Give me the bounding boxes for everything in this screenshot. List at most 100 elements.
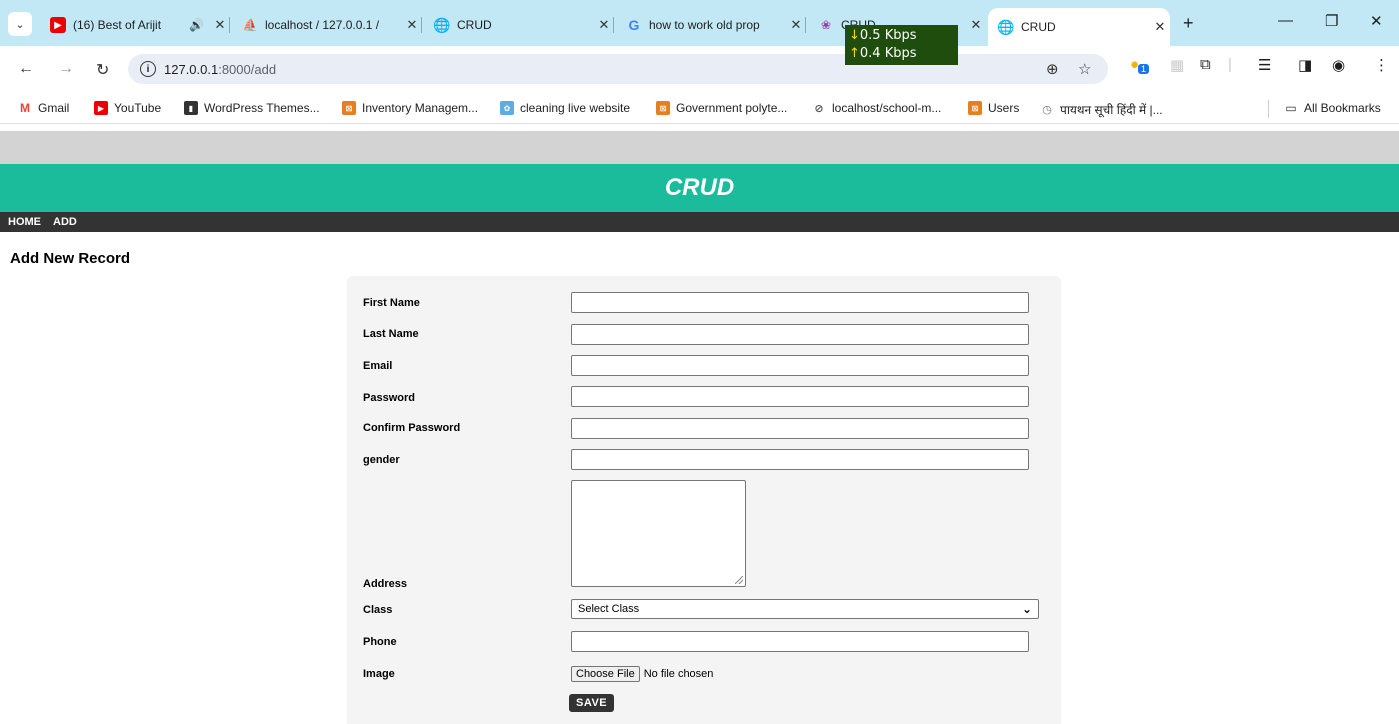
address-textarea[interactable]: [571, 480, 746, 587]
speaker-icon[interactable]: 🔊: [189, 18, 204, 32]
youtube-icon: ▶: [50, 17, 66, 33]
confirm-password-input[interactable]: [571, 418, 1029, 439]
browser-toolbar: ← → ↻ i 127.0.0.1:8000/add ⊕ ☆ ● 1 ▦ ⧉ | …: [0, 46, 1399, 94]
last-name-label: Last Name: [363, 328, 419, 340]
window-close-icon[interactable]: ✕: [1370, 12, 1383, 30]
bookmarks-separator: [1268, 100, 1269, 118]
save-button[interactable]: SAVE: [569, 694, 615, 712]
site-header: CRUD: [0, 164, 1399, 212]
cleaning-site-icon: ✿: [500, 101, 514, 115]
bookmark-star-icon[interactable]: ☆: [1078, 60, 1091, 78]
email-input[interactable]: [571, 355, 1029, 376]
xampp-icon: ⊠: [342, 101, 356, 115]
net-speed-overlay: ↓0.5 Kbps ↑0.4 Kbps: [845, 25, 958, 65]
google-icon: G: [628, 17, 640, 33]
new-tab-button[interactable]: +: [1183, 13, 1194, 34]
site-menu: HOME ADD: [0, 212, 1399, 232]
back-icon[interactable]: ←: [18, 60, 34, 78]
page-title: Add New Record: [10, 250, 131, 267]
youtube-icon: ▶: [94, 101, 108, 115]
class-label: Class: [363, 604, 393, 616]
clock-icon: ◷: [1042, 104, 1052, 116]
choose-file-button[interactable]: Choose File: [571, 666, 640, 682]
add-record-form: First Name Last Name Email Password Conf…: [347, 276, 1061, 724]
tab-strip: ⌄ ▶ (16) Best of Arijit 🔊 ✕ ⛵ localhost …: [0, 0, 1399, 46]
extension-icon[interactable]: ● 1: [1130, 56, 1150, 74]
extension-grid-icon[interactable]: ▦: [1170, 56, 1184, 74]
tab-separator: [613, 17, 614, 33]
tab-separator: [421, 17, 422, 33]
tab-4[interactable]: G how to work old prop ✕: [616, 8, 806, 42]
close-icon[interactable]: ✕: [966, 17, 986, 33]
bookmark-youtube[interactable]: ▶ YouTube: [94, 101, 161, 115]
bookmarks-bar: M Gmail ▶ YouTube ▮ WordPress Themes... ⊠ In…: [0, 94, 1399, 124]
tab-search-button[interactable]: ⌄: [8, 12, 32, 36]
forward-icon[interactable]: →: [58, 60, 74, 78]
confirm-password-label: Confirm Password: [363, 422, 461, 434]
reading-list-icon[interactable]: ☰: [1258, 56, 1271, 74]
upload-arrow-icon: ↑: [849, 46, 860, 61]
bookmark-government[interactable]: ⊠ Government polyte...: [656, 101, 787, 115]
menu-kebab-icon[interactable]: ⋮: [1374, 56, 1389, 74]
tab-2[interactable]: ⛵ localhost / 127.0.0.1 / ✕: [232, 8, 422, 42]
bookmark-school[interactable]: ⊘ localhost/school-m...: [812, 101, 941, 115]
download-arrow-icon: ↓: [849, 28, 860, 43]
gender-input[interactable]: [571, 449, 1029, 470]
lotus-icon: ❀: [820, 18, 832, 32]
xampp-icon: ⊠: [968, 101, 982, 115]
tab-3[interactable]: 🌐 CRUD ✕: [424, 8, 614, 42]
side-panel-icon[interactable]: ◨: [1298, 56, 1312, 74]
close-icon[interactable]: ✕: [210, 17, 230, 33]
link-icon: ⊘: [814, 102, 824, 115]
bookmark-inventory[interactable]: ⊠ Inventory Managem...: [342, 101, 478, 115]
image-file-input: Choose File No file chosen: [571, 666, 713, 682]
page-content: CRUD HOME ADD Add New Record First Name …: [0, 124, 1399, 724]
extensions-puzzle-icon[interactable]: ⧉: [1200, 56, 1211, 73]
profile-avatar[interactable]: ◉: [1332, 56, 1345, 74]
class-select[interactable]: Select Class ⌄: [571, 599, 1039, 619]
bookmark-gmail[interactable]: M Gmail: [18, 101, 69, 115]
minimize-icon[interactable]: —: [1278, 12, 1293, 29]
bookmark-wordpress[interactable]: ▮ WordPress Themes...: [184, 101, 320, 115]
gmail-icon: M: [20, 101, 30, 115]
all-bookmarks[interactable]: ▭ All Bookmarks: [1284, 101, 1380, 115]
first-name-input[interactable]: [571, 292, 1029, 313]
close-icon[interactable]: ✕: [786, 17, 806, 33]
close-icon[interactable]: ✕: [594, 17, 614, 33]
gender-label: gender: [363, 454, 400, 466]
reload-icon[interactable]: ↻: [96, 60, 109, 80]
folder-icon: ▭: [1285, 101, 1297, 115]
zoom-icon[interactable]: ⊕: [1046, 60, 1059, 78]
bookmark-python-hindi[interactable]: ◷ पायथन सूची हिंदी में |...: [1040, 101, 1162, 118]
close-icon[interactable]: ✕: [1150, 19, 1170, 35]
phone-label: Phone: [363, 636, 397, 648]
tab-separator: [229, 17, 230, 33]
file-status: No file chosen: [643, 668, 714, 680]
close-icon[interactable]: ✕: [402, 17, 422, 33]
password-input[interactable]: [571, 386, 1029, 407]
last-name-input[interactable]: [571, 324, 1029, 345]
address-bar[interactable]: i 127.0.0.1:8000/add ⊕ ☆: [128, 54, 1108, 84]
resize-handle[interactable]: [735, 576, 743, 584]
tab-6-active[interactable]: 🌐 CRUD ✕: [988, 8, 1170, 46]
bookmark-users[interactable]: ⊠ Users: [968, 101, 1019, 115]
address-label: Address: [363, 578, 408, 590]
first-name-label: First Name: [363, 297, 420, 309]
chevron-down-icon: ⌄: [15, 18, 25, 31]
image-label: Image: [363, 668, 395, 680]
phone-input[interactable]: [571, 631, 1029, 652]
chevron-down-icon: ⌄: [1021, 602, 1032, 616]
tab-1[interactable]: ▶ (16) Best of Arijit 🔊 ✕: [40, 8, 230, 42]
menu-add-link[interactable]: ADD: [53, 216, 77, 228]
tab-separator: [805, 17, 806, 33]
wordpress-icon: ▮: [184, 101, 198, 115]
email-label: Email: [363, 360, 393, 372]
site-info-icon[interactable]: i: [140, 61, 156, 77]
password-label: Password: [363, 392, 415, 404]
xampp-icon: ⊠: [656, 101, 670, 115]
globe-icon: 🌐: [433, 16, 451, 33]
bookmark-cleaning[interactable]: ✿ cleaning live website: [500, 101, 630, 115]
toolbar-divider: |: [1228, 56, 1232, 73]
menu-home-link[interactable]: HOME: [8, 216, 41, 228]
restore-icon[interactable]: ❐: [1325, 12, 1338, 30]
